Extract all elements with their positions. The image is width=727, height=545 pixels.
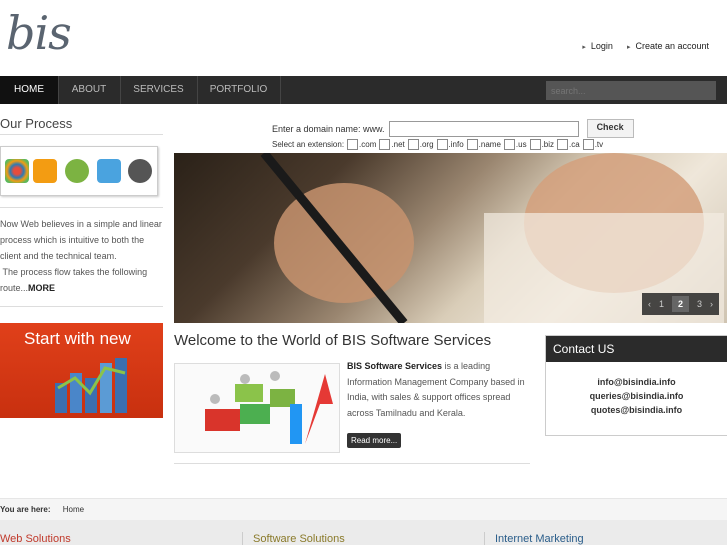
puzzle-people-image xyxy=(174,363,340,453)
banner-text: Start with new xyxy=(24,329,131,348)
ext-checkbox[interactable] xyxy=(379,139,391,150)
arrow-icon: ▸ xyxy=(626,44,631,51)
chart-graphic-icon xyxy=(55,358,127,413)
footer-software-solutions[interactable]: Software Solutions xyxy=(253,533,345,545)
nav-about[interactable]: ABOUT xyxy=(58,76,121,104)
ext-net: .net xyxy=(391,140,405,149)
divider xyxy=(0,134,163,135)
slider-pager: ‹ 1 2 3 › xyxy=(641,293,719,315)
extension-label: Select an extension: xyxy=(272,140,345,149)
ext-checkbox[interactable] xyxy=(557,139,569,150)
slide-page[interactable]: 3 xyxy=(697,299,702,309)
divider xyxy=(0,306,163,307)
domain-search-row: Enter a domain name: www. Check xyxy=(272,119,634,138)
footer-internet-marketing[interactable]: Internet Marketing xyxy=(495,533,584,545)
ext-checkbox[interactable] xyxy=(582,139,594,150)
login-link[interactable]: ▸ Login xyxy=(582,41,613,51)
divider xyxy=(0,207,163,208)
arrow-icon: ▸ xyxy=(582,44,586,51)
process-paragraph: Now Web believes in a simple and linear … xyxy=(0,219,162,261)
welcome-text: BIS Software Services is a leading Infor… xyxy=(347,359,532,421)
footer-web-solutions[interactable]: Web Solutions xyxy=(0,533,71,545)
process-title: Our Process xyxy=(0,116,73,131)
ext-tv: .tv xyxy=(594,140,604,149)
ext-checkbox[interactable] xyxy=(436,139,448,150)
footer-bar: Web Solutions Software Solutions Interne… xyxy=(0,520,727,545)
more-link[interactable]: MORE xyxy=(28,283,55,293)
site-logo[interactable]: bis xyxy=(6,8,72,58)
process-flow-text: The process flow takes the following rou… xyxy=(0,267,148,293)
ext-info: .info xyxy=(448,140,464,149)
extension-row: Select an extension: .com .net .org .inf… xyxy=(272,139,603,150)
email-queries[interactable]: queries@bisindia.info xyxy=(546,389,727,403)
create-account-link[interactable]: ▸ Create an account xyxy=(627,41,709,51)
divider xyxy=(242,532,243,545)
domain-input[interactable] xyxy=(388,120,579,137)
ext-org: .org xyxy=(419,140,434,149)
nav-home[interactable]: HOME xyxy=(0,76,59,104)
ext-us: .us xyxy=(515,140,527,149)
create-account-label[interactable]: Create an account xyxy=(635,41,709,51)
ext-name: .name xyxy=(478,140,501,149)
ext-checkbox[interactable] xyxy=(503,139,515,150)
login-label[interactable]: Login xyxy=(591,41,613,51)
tech-logos-box xyxy=(0,146,158,196)
divider xyxy=(484,532,485,545)
nav-services[interactable]: SERVICES xyxy=(120,76,198,104)
domain-label: Enter a domain name: www. xyxy=(272,123,385,134)
top-links: ▸ Login ▸ Create an account xyxy=(582,41,709,51)
welcome-title: Welcome to the World of BIS Software Ser… xyxy=(174,332,492,349)
slide-page[interactable]: 1 xyxy=(659,299,664,309)
process-text: Now Web believes in a simple and linear … xyxy=(0,216,162,296)
ext-ca: .ca xyxy=(569,140,580,149)
rss-icon xyxy=(33,159,57,183)
check-button[interactable]: Check xyxy=(586,119,634,138)
search-input[interactable] xyxy=(546,81,716,100)
breadcrumb-label: You are here: xyxy=(0,505,51,514)
wordpress-icon xyxy=(128,159,152,183)
read-more-button[interactable]: Read more... xyxy=(347,433,402,448)
contact-box: Contact US info@bisindia.info queries@bi… xyxy=(545,335,727,436)
ext-checkbox[interactable] xyxy=(529,139,541,150)
prev-arrow-icon[interactable]: ‹ xyxy=(648,299,651,309)
email-info[interactable]: info@bisindia.info xyxy=(546,375,727,389)
ext-biz: .biz xyxy=(541,140,555,149)
breadcrumb: You are here: Home xyxy=(0,498,727,521)
main-nav: HOME ABOUT SERVICES PORTFOLIO xyxy=(0,76,727,104)
chat-icon xyxy=(65,159,89,183)
breadcrumb-home[interactable]: Home xyxy=(63,505,84,514)
divider xyxy=(174,463,530,464)
hero-slider[interactable]: ‹ 1 2 3 › xyxy=(174,153,727,323)
email-quotes[interactable]: quotes@bisindia.info xyxy=(546,403,727,417)
nav-portfolio[interactable]: PORTFOLIO xyxy=(197,76,281,104)
ext-checkbox[interactable] xyxy=(466,139,478,150)
start-banner[interactable]: Start with new xyxy=(0,323,163,418)
contact-title: Contact US xyxy=(546,336,727,362)
ext-com: .com xyxy=(359,140,377,149)
joomla-icon xyxy=(5,159,29,183)
twitter-icon xyxy=(97,159,121,183)
ext-checkbox[interactable] xyxy=(407,139,419,150)
ext-checkbox[interactable] xyxy=(347,139,359,150)
next-arrow-icon[interactable]: › xyxy=(710,299,713,309)
company-name: BIS Software Services xyxy=(347,361,443,371)
slide-page-active[interactable]: 2 xyxy=(671,296,689,312)
